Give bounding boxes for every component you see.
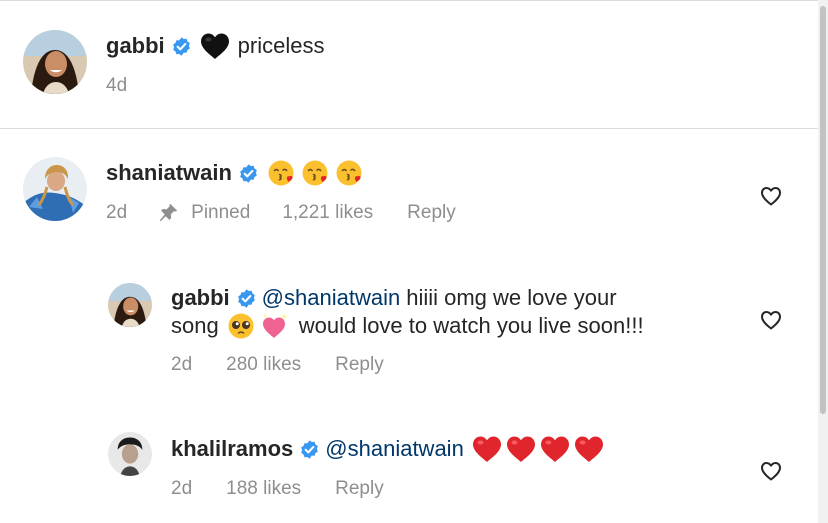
reply-gabbi-line2: song would love to watch you live soon!!…	[171, 312, 644, 340]
avatar-gabbi-reply[interactable]	[108, 283, 152, 327]
mention-link[interactable]: @shaniatwain	[262, 284, 401, 312]
pinned-label: Pinned	[191, 202, 251, 223]
red-heart-emoji-icon	[472, 435, 502, 463]
verified-badge-icon	[238, 163, 259, 184]
avatar-gabbi[interactable]	[23, 30, 87, 94]
reply-time[interactable]: 2d	[171, 354, 192, 376]
reply-username[interactable]: gabbi	[171, 284, 230, 312]
kissing-face-emoji-icon	[335, 159, 363, 187]
heart-outline-icon[interactable]	[759, 308, 783, 332]
verified-badge-icon	[236, 288, 257, 309]
reply-button[interactable]: Reply	[335, 354, 384, 376]
likes-count[interactable]: 280 likes	[226, 354, 301, 376]
caption-username[interactable]: gabbi	[106, 32, 165, 60]
reply-gabbi-line1: gabbi @shaniatwain hiiii omg we love you…	[171, 284, 617, 312]
likes-count[interactable]: 188 likes	[226, 478, 301, 500]
reply-khalilramos-line: khalilramos @shaniatwain	[171, 435, 608, 463]
kissing-face-emoji-icon	[301, 159, 329, 187]
reply-username[interactable]: khalilramos	[171, 435, 293, 463]
comment-shaniatwain-meta: 2d Pinned 1,221 likes Reply	[106, 202, 456, 224]
black-heart-emoji-icon	[200, 32, 230, 60]
reply-button[interactable]: Reply	[335, 478, 384, 500]
reply-time[interactable]: 2d	[171, 478, 192, 500]
pleading-face-emoji-icon	[227, 312, 255, 340]
reply-khalilramos-meta: 2d 188 likes Reply	[171, 478, 384, 500]
red-heart-emoji-icon	[506, 435, 536, 463]
heart-outline-icon[interactable]	[759, 459, 783, 483]
avatar-khalilramos[interactable]	[108, 432, 152, 476]
verified-badge-icon	[299, 439, 320, 460]
comment-username[interactable]: shaniatwain	[106, 159, 232, 187]
verified-badge-icon	[171, 36, 192, 57]
sparkling-heart-emoji-icon	[261, 312, 289, 340]
caption-text: priceless	[237, 33, 325, 58]
caption-divider	[0, 128, 818, 129]
top-divider	[0, 0, 818, 1]
caption-meta: 4d	[106, 75, 127, 97]
reply-gabbi-meta: 2d 280 likes Reply	[171, 354, 384, 376]
avatar-shaniatwain[interactable]	[23, 157, 87, 221]
pin-icon	[157, 202, 179, 224]
red-heart-emoji-icon	[574, 435, 604, 463]
heart-outline-icon[interactable]	[759, 184, 783, 208]
red-heart-emoji-icon	[540, 435, 570, 463]
caption-time[interactable]: 4d	[106, 75, 127, 97]
kissing-face-emoji-icon	[267, 159, 295, 187]
reply-text-line2: would love to watch you live soon!!!	[298, 313, 644, 338]
reply-text-line1: hiiii omg we love your	[406, 285, 617, 310]
comment-shaniatwain-line: shaniatwain	[106, 159, 369, 187]
likes-count[interactable]: 1,221 likes	[282, 202, 373, 224]
caption-line: gabbi priceless	[106, 32, 324, 60]
scrollbar-thumb[interactable]	[820, 6, 826, 414]
reply-button[interactable]: Reply	[407, 202, 456, 224]
reply-text-song: song	[171, 313, 219, 338]
mention-link[interactable]: @shaniatwain	[325, 435, 464, 463]
comment-time[interactable]: 2d	[106, 202, 127, 224]
